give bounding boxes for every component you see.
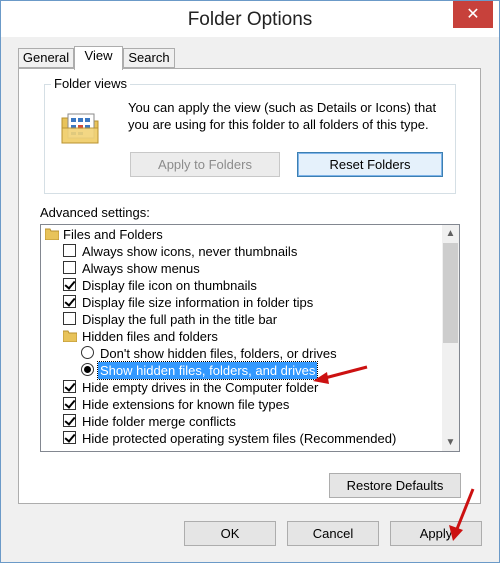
tree-item-label: Don't show hidden files, folders, or dri… xyxy=(100,346,337,361)
chevron-up-icon[interactable]: ▲ xyxy=(442,225,459,242)
radio-button[interactable] xyxy=(81,363,94,376)
tree-scrollbar[interactable]: ▲ ▼ xyxy=(442,225,459,451)
tree-item-checkbox[interactable]: Always show icons, never thumbnails xyxy=(41,243,441,260)
checkbox[interactable] xyxy=(63,380,76,393)
chevron-down-icon[interactable]: ▼ xyxy=(442,434,459,451)
folder-view-icon xyxy=(61,113,99,144)
scrollbar-thumb[interactable] xyxy=(443,243,458,343)
folder-views-group: Folder views You can apply the view (suc… xyxy=(44,76,456,194)
tree-item-checkbox[interactable]: Display file icon on thumbnails xyxy=(41,277,441,294)
close-icon: ✕ xyxy=(466,6,480,23)
annotation-arrow-icon xyxy=(449,488,475,541)
tree-item-checkbox[interactable]: Always show menus xyxy=(41,260,441,277)
folder-options-window: Folder Options ✕ General View Search Fol… xyxy=(0,0,500,563)
tree-item-label: Hidden files and folders xyxy=(82,329,218,344)
checkbox[interactable] xyxy=(63,278,76,291)
tree-item-label: Hide empty drives in the Computer folder xyxy=(82,380,319,395)
checkbox[interactable] xyxy=(63,261,76,274)
checkbox[interactable] xyxy=(63,414,76,427)
tree-item-hidden-files-folder: Hidden files and folders xyxy=(41,328,441,345)
tree-item-checkbox[interactable]: Hide empty drives in the Computer folder xyxy=(41,379,441,396)
annotation-arrow-icon xyxy=(313,365,368,384)
tree-item-label: Show hidden files, folders, and drives xyxy=(96,361,319,380)
tree-item-files-and-folders: Files and Folders xyxy=(41,226,441,243)
tab-general[interactable]: General xyxy=(18,48,74,68)
tab-search[interactable]: Search xyxy=(123,48,175,68)
tree-item-label: Display file icon on thumbnails xyxy=(82,278,257,293)
tree-item-label: Display file size information in folder … xyxy=(82,295,314,310)
tree-item-label: Display the full path in the title bar xyxy=(82,312,278,327)
checkbox[interactable] xyxy=(63,312,76,325)
radio-button[interactable] xyxy=(81,346,94,359)
folder-icon xyxy=(45,228,59,240)
tree-item-label: Hide protected operating system files (R… xyxy=(82,431,397,446)
checkbox[interactable] xyxy=(63,295,76,308)
tree-item-checkbox[interactable]: Hide extensions for known file types xyxy=(41,396,441,413)
checkbox[interactable] xyxy=(63,431,76,444)
tree-item-checkbox[interactable]: Hide folder merge conflicts xyxy=(41,413,441,430)
tree-item-checkbox[interactable]: Display the full path in the title bar xyxy=(41,311,441,328)
close-button[interactable]: ✕ xyxy=(453,1,493,28)
tree-item-label: Hide folder merge conflicts xyxy=(82,414,236,429)
tree-item-label: Always show icons, never thumbnails xyxy=(82,244,298,259)
window-title: Folder Options xyxy=(187,9,313,30)
tree-item-radio[interactable]: Don't show hidden files, folders, or dri… xyxy=(41,345,441,362)
advanced-settings-label: Advanced settings: xyxy=(40,205,150,220)
checkbox[interactable] xyxy=(63,397,76,410)
advanced-settings-tree[interactable]: Files and Folders Always show icons, nev… xyxy=(40,224,460,452)
folder-views-description: You can apply the view (such as Details … xyxy=(128,100,437,132)
title-bar: Folder Options ✕ xyxy=(1,1,499,37)
tree-item-checkbox[interactable]: Display file size information in folder … xyxy=(41,294,441,311)
tree-item-label: Hide extensions for known file types xyxy=(82,397,290,412)
reset-folders-button[interactable]: Reset Folders xyxy=(297,152,443,177)
tab-view[interactable]: View xyxy=(74,46,123,70)
tree-item-radio-selected[interactable]: Show hidden files, folders, and drives xyxy=(41,361,441,380)
tree-item-label: Always show menus xyxy=(82,261,200,276)
folder-views-label: Folder views xyxy=(51,76,130,91)
folder-icon xyxy=(63,330,77,342)
apply-to-folders-button[interactable]: Apply to Folders xyxy=(130,152,280,177)
checkbox[interactable] xyxy=(63,244,76,257)
tree-item-checkbox[interactable]: Hide protected operating system files (R… xyxy=(41,430,441,447)
tree-item-label: Files and Folders xyxy=(63,227,163,242)
ok-button[interactable]: OK xyxy=(184,521,276,546)
cancel-button[interactable]: Cancel xyxy=(287,521,379,546)
view-tab-panel: Folder views You can apply the view (suc… xyxy=(18,68,481,504)
